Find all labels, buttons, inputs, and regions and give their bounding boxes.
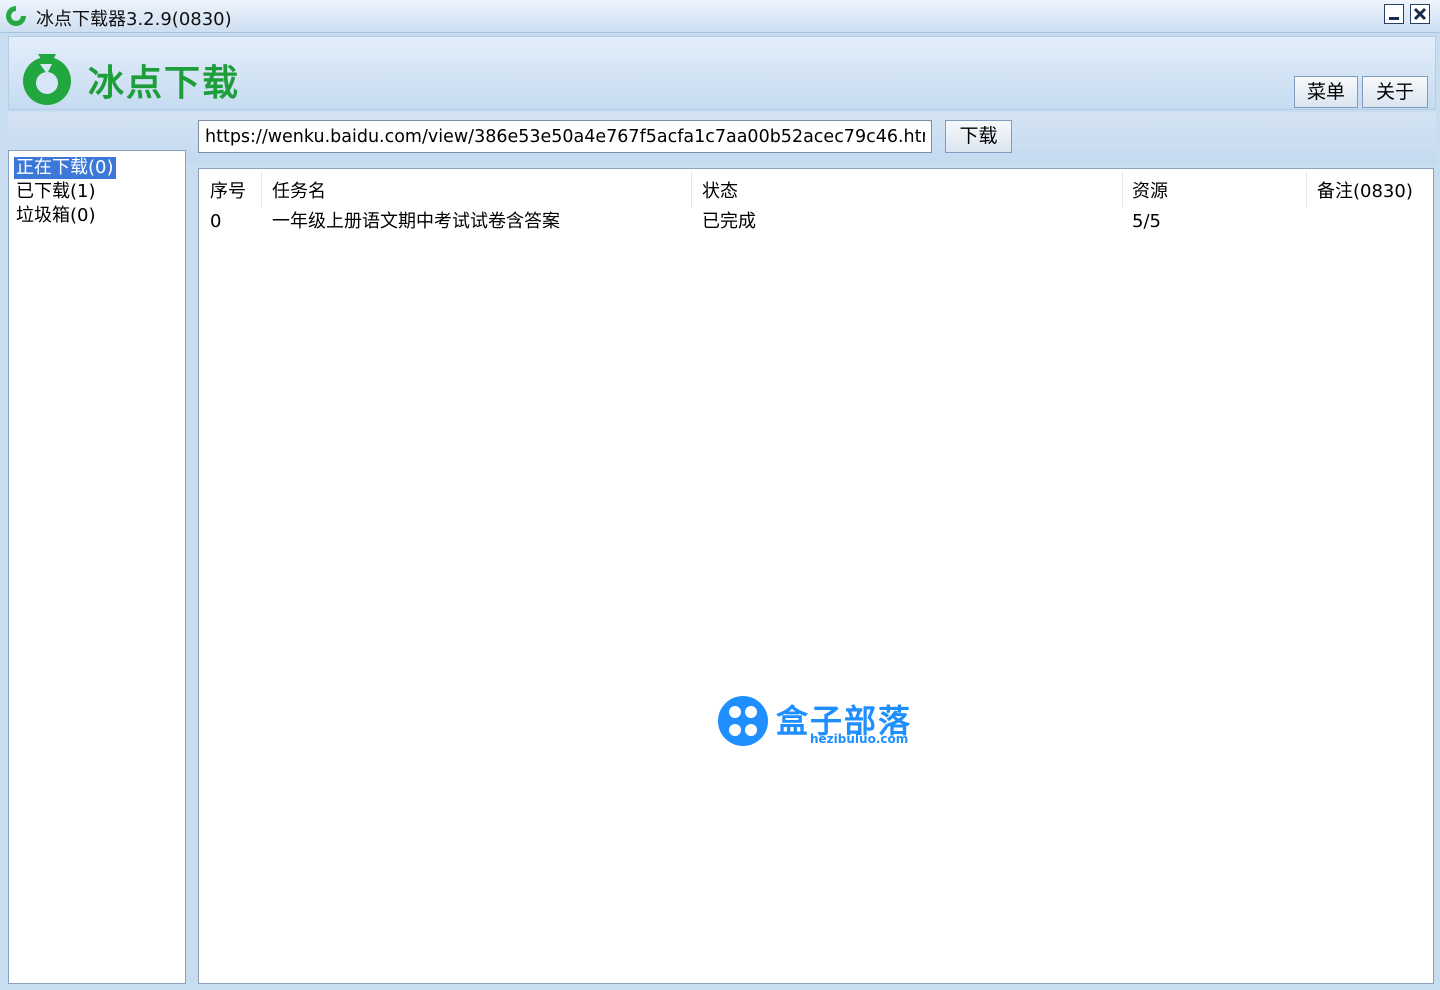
download-button[interactable]: 下载	[945, 120, 1012, 153]
watermark-url: hezibuluo.com	[810, 732, 909, 746]
cell-index: 0	[210, 211, 222, 232]
window-title: 冰点下载器3.2.9(0830)	[36, 9, 232, 30]
column-header-resources[interactable]: 资源	[1132, 178, 1168, 206]
cell-status: 已完成	[702, 211, 756, 232]
task-list	[198, 168, 1434, 984]
column-header-notes[interactable]: 备注(0830)	[1317, 178, 1413, 206]
sidebar-item-downloaded[interactable]: 已下载(1)	[14, 181, 98, 203]
cell-resources: 5/5	[1132, 211, 1161, 232]
logo-icon	[23, 54, 71, 105]
close-icon	[1413, 7, 1427, 21]
column-divider[interactable]	[261, 172, 262, 208]
column-divider[interactable]	[1122, 172, 1123, 208]
watermark-logo-icon	[718, 696, 768, 746]
column-divider[interactable]	[1306, 172, 1307, 208]
cell-task-name: 一年级上册语文期中考试试卷含答案	[272, 211, 560, 232]
menu-button[interactable]: 菜单	[1294, 76, 1358, 108]
about-button[interactable]: 关于	[1362, 76, 1428, 108]
column-divider[interactable]	[691, 172, 692, 208]
minimize-button[interactable]	[1384, 4, 1404, 24]
category-sidebar	[8, 150, 186, 984]
app-logo-icon	[6, 6, 26, 26]
column-header-index[interactable]: 序号	[210, 178, 246, 206]
logo-text: 冰点下载	[88, 63, 241, 104]
title-bar: 冰点下载器3.2.9(0830)	[0, 0, 1440, 33]
column-header-task-name[interactable]: 任务名	[272, 178, 326, 206]
close-button[interactable]	[1410, 4, 1430, 24]
url-input[interactable]	[198, 120, 932, 153]
sidebar-item-downloading[interactable]: 正在下载(0)	[14, 157, 116, 179]
sidebar-item-trash[interactable]: 垃圾箱(0)	[14, 205, 98, 227]
minimize-icon	[1389, 17, 1399, 20]
column-header-status[interactable]: 状态	[702, 178, 738, 206]
